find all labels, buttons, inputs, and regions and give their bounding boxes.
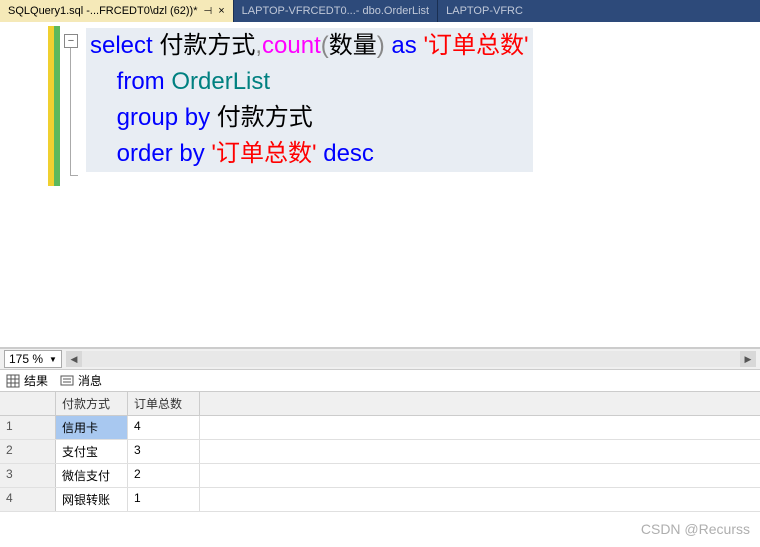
zoom-bar: 175 % ▼ ◀ ▶: [0, 348, 760, 370]
kw-orderby: order by: [117, 140, 212, 167]
tab-sqlquery[interactable]: SQLQuery1.sql -...FRCEDT0\dzl (62))* ⊣ ×: [0, 0, 233, 22]
orderby-alias: '订单总数': [211, 140, 316, 167]
messages-icon: [60, 374, 74, 388]
code-editor[interactable]: − select 付款方式,count(数量) as '订单总数' from O…: [0, 22, 760, 348]
kw-from: from: [117, 68, 172, 95]
horizontal-scrollbar[interactable]: ◀ ▶: [66, 351, 756, 367]
row-number[interactable]: 2: [0, 440, 56, 463]
tab-messages[interactable]: 消息: [60, 372, 102, 389]
row-number[interactable]: 4: [0, 488, 56, 511]
col-qty: 数量: [329, 32, 377, 59]
groupby-col: 付款方式: [217, 104, 313, 131]
lparen: (: [321, 32, 329, 59]
collapse-guide: [70, 48, 71, 176]
pin-icon[interactable]: ⊣: [204, 6, 213, 17]
tab-bar: SQLQuery1.sql -...FRCEDT0\dzl (62))* ⊣ ×…: [0, 0, 760, 22]
results-label: 结果: [24, 372, 48, 389]
tab-label: SQLQuery1.sql -...FRCEDT0\dzl (62))*: [8, 5, 198, 17]
code-line-1: select 付款方式,count(数量) as '订单总数': [86, 28, 533, 64]
close-icon[interactable]: ×: [218, 5, 224, 17]
kw-desc: desc: [317, 140, 374, 167]
kw-select: select: [90, 32, 153, 59]
cell-payment[interactable]: 微信支付: [56, 464, 128, 487]
code-line-4: order by '订单总数' desc: [86, 136, 533, 172]
row-number[interactable]: 3: [0, 464, 56, 487]
tab-label: LAPTOP-VFRCEDT0...- dbo.OrderList: [242, 5, 429, 17]
cell-payment[interactable]: 信用卡: [56, 416, 128, 439]
cell-payment[interactable]: 网银转账: [56, 488, 128, 511]
alias-total: '订单总数': [423, 32, 528, 59]
grid-icon: [6, 374, 20, 388]
grid-header-row: 付款方式 订单总数: [0, 392, 760, 416]
messages-label: 消息: [78, 372, 102, 389]
table-row[interactable]: 2支付宝3: [0, 440, 760, 464]
grid-body: 1信用卡42支付宝33微信支付24网银转账1: [0, 416, 760, 512]
kw-count: count: [262, 32, 321, 59]
tab-label: LAPTOP-VFRC: [446, 5, 523, 17]
code-block: select 付款方式,count(数量) as '订单总数' from Ord…: [86, 28, 533, 172]
header-total[interactable]: 订单总数: [128, 392, 200, 415]
kw-groupby: group by: [117, 104, 217, 131]
cell-total[interactable]: 2: [128, 464, 200, 487]
chevron-down-icon: ▼: [49, 355, 57, 364]
code-line-3: group by 付款方式: [86, 100, 533, 136]
cell-total[interactable]: 3: [128, 440, 200, 463]
corner-cell[interactable]: [0, 392, 56, 415]
table-row[interactable]: 4网银转账1: [0, 488, 760, 512]
cell-total[interactable]: 1: [128, 488, 200, 511]
scroll-right-icon[interactable]: ▶: [740, 351, 756, 367]
collapse-toggle[interactable]: −: [64, 34, 78, 48]
table-name: OrderList: [171, 68, 270, 95]
cell-total[interactable]: 4: [128, 416, 200, 439]
row-number[interactable]: 1: [0, 416, 56, 439]
table-row[interactable]: 1信用卡4: [0, 416, 760, 440]
scroll-left-icon[interactable]: ◀: [66, 351, 82, 367]
results-grid: 付款方式 订单总数 1信用卡42支付宝33微信支付24网银转账1: [0, 392, 760, 512]
gutter: [0, 22, 48, 347]
minus-icon: −: [68, 35, 74, 47]
tab-laptop[interactable]: LAPTOP-VFRC: [438, 0, 531, 22]
change-marker-green: [54, 26, 60, 186]
code-line-2: from OrderList: [86, 64, 533, 100]
zoom-dropdown[interactable]: 175 % ▼: [4, 350, 62, 368]
col-payment: 付款方式: [153, 32, 256, 59]
tab-results[interactable]: 结果: [6, 372, 48, 389]
header-payment[interactable]: 付款方式: [56, 392, 128, 415]
watermark: CSDN @Recurss: [641, 521, 750, 537]
results-tab-bar: 结果 消息: [0, 370, 760, 392]
rparen: ): [377, 32, 385, 59]
kw-as: as: [385, 32, 424, 59]
tab-orderlist[interactable]: LAPTOP-VFRCEDT0...- dbo.OrderList: [234, 0, 437, 22]
cell-payment[interactable]: 支付宝: [56, 440, 128, 463]
table-row[interactable]: 3微信支付2: [0, 464, 760, 488]
zoom-value: 175 %: [9, 352, 43, 366]
